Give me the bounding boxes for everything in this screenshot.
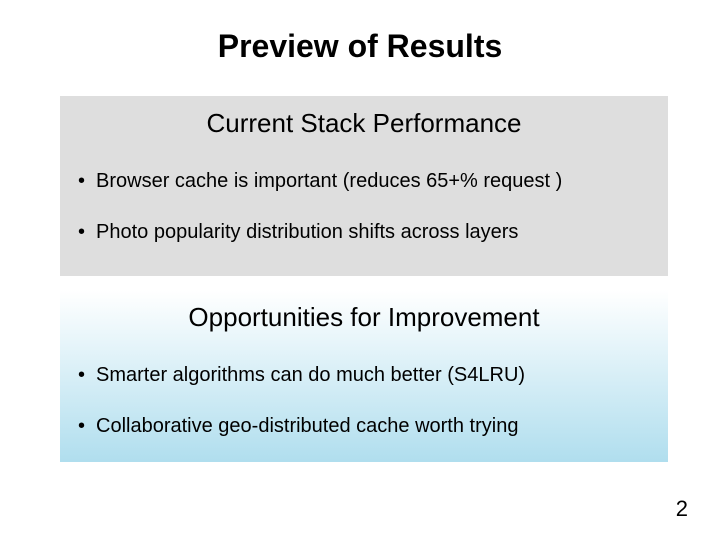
panel-current-stack: Current Stack Performance Browser cache …	[60, 96, 668, 276]
slide: Preview of Results Current Stack Perform…	[0, 0, 720, 540]
page-number: 2	[676, 496, 688, 522]
bullet-item: Smarter algorithms can do much better (S…	[60, 359, 668, 392]
bullet-item: Browser cache is important (reduces 65+%…	[60, 165, 668, 198]
bullet-item: Photo popularity distribution shifts acr…	[60, 216, 668, 249]
panel-opportunities: Opportunities for Improvement Smarter al…	[60, 290, 668, 462]
slide-title: Preview of Results	[0, 28, 720, 65]
bullet-item: Collaborative geo-distributed cache wort…	[60, 410, 668, 443]
panel-heading-opportunities: Opportunities for Improvement	[60, 290, 668, 341]
panel-heading-current: Current Stack Performance	[60, 96, 668, 147]
